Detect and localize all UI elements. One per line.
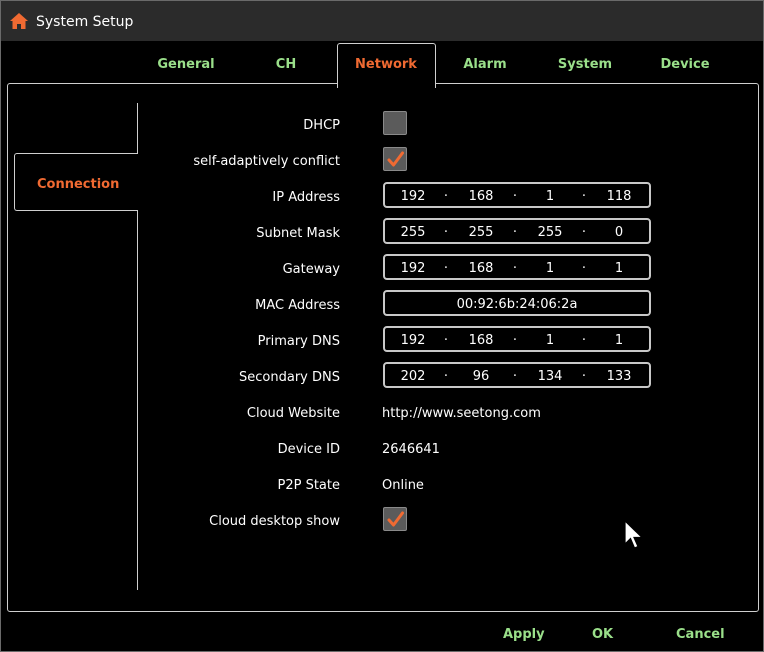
- octet-separator: ·: [512, 225, 518, 240]
- checkmark-icon: [387, 151, 404, 167]
- subnet-mask-field[interactable]: 255 · 255 · 255 · 0: [383, 218, 651, 244]
- ip-octet-2[interactable]: 168: [461, 189, 501, 204]
- tab-general[interactable]: General: [136, 57, 236, 72]
- octet-separator: ·: [443, 369, 449, 384]
- mask-octet-2[interactable]: 255: [461, 225, 501, 240]
- octet-separator: ·: [581, 261, 587, 276]
- octet-separator: ·: [443, 333, 449, 348]
- primary-dns-label: Primary DNS: [257, 334, 340, 349]
- octet-separator: ·: [443, 225, 449, 240]
- gateway-octet-3[interactable]: 1: [530, 261, 570, 276]
- active-tab-gap: [338, 82, 435, 85]
- ok-button[interactable]: OK: [592, 627, 613, 642]
- dns2-octet-3[interactable]: 134: [530, 369, 570, 384]
- tab-system[interactable]: System: [535, 57, 635, 72]
- mask-octet-3[interactable]: 255: [530, 225, 570, 240]
- device-id-value: 2646641: [382, 442, 440, 457]
- gateway-octet-4[interactable]: 1: [599, 261, 639, 276]
- device-id-label: Device ID: [277, 442, 340, 457]
- gateway-octet-1[interactable]: 192: [393, 261, 433, 276]
- cloud-desktop-checkbox[interactable]: [383, 507, 407, 531]
- octet-separator: ·: [581, 369, 587, 384]
- ip-octet-1[interactable]: 192: [393, 189, 433, 204]
- dns1-octet-2[interactable]: 168: [461, 333, 501, 348]
- octet-separator: ·: [581, 333, 587, 348]
- system-setup-window: System Setup General CH Network Alarm Sy…: [0, 0, 764, 652]
- secondary-dns-field[interactable]: 202 · 96 · 134 · 133: [383, 362, 651, 388]
- dhcp-label: DHCP: [303, 118, 340, 133]
- octet-separator: ·: [512, 189, 518, 204]
- gateway-octet-2[interactable]: 168: [461, 261, 501, 276]
- mask-octet-1[interactable]: 255: [393, 225, 433, 240]
- apply-button[interactable]: Apply: [503, 627, 545, 642]
- octet-separator: ·: [512, 261, 518, 276]
- dns2-octet-2[interactable]: 96: [461, 369, 501, 384]
- window-title: System Setup: [36, 14, 134, 30]
- dns2-octet-4[interactable]: 133: [599, 369, 639, 384]
- conflict-checkbox[interactable]: [383, 147, 407, 171]
- title-bar: System Setup: [1, 1, 763, 41]
- mac-address-field[interactable]: 00:92:6b:24:06:2a: [383, 290, 651, 316]
- secondary-dns-label: Secondary DNS: [239, 370, 340, 385]
- sidebar-item-label: Connection: [37, 177, 120, 192]
- octet-separator: ·: [443, 189, 449, 204]
- dns1-octet-3[interactable]: 1: [530, 333, 570, 348]
- primary-dns-field[interactable]: 192 · 168 · 1 · 1: [383, 326, 651, 352]
- conflict-label: self-adaptively conflict: [193, 154, 340, 169]
- octet-separator: ·: [512, 369, 518, 384]
- tab-network[interactable]: Network: [336, 57, 436, 72]
- octet-separator: ·: [512, 333, 518, 348]
- tab-device[interactable]: Device: [635, 57, 735, 72]
- subnet-mask-label: Subnet Mask: [256, 226, 340, 241]
- gateway-label: Gateway: [282, 262, 340, 277]
- cloud-website-label: Cloud Website: [246, 406, 340, 421]
- ip-octet-4[interactable]: 118: [599, 189, 639, 204]
- cloud-website-value: http://www.seetong.com: [382, 406, 541, 421]
- mac-address-value: 00:92:6b:24:06:2a: [456, 297, 578, 312]
- p2p-state-label: P2P State: [277, 478, 341, 493]
- cloud-desktop-label: Cloud desktop show: [209, 514, 340, 529]
- tab-ch[interactable]: CH: [236, 57, 336, 72]
- p2p-state-value: Online: [382, 478, 424, 493]
- octet-separator: ·: [581, 225, 587, 240]
- home-icon: [10, 13, 28, 29]
- ip-address-label: IP Address: [272, 190, 340, 205]
- ip-address-field[interactable]: 192 · 168 · 1 · 118: [383, 182, 651, 208]
- mouse-pointer-icon: [624, 520, 644, 549]
- cancel-button[interactable]: Cancel: [676, 627, 725, 642]
- mac-address-label: MAC Address: [255, 298, 340, 313]
- tab-alarm[interactable]: Alarm: [435, 57, 535, 72]
- octet-separator: ·: [443, 261, 449, 276]
- checkmark-icon: [387, 511, 404, 527]
- octet-separator: ·: [581, 189, 587, 204]
- ip-octet-3[interactable]: 1: [530, 189, 570, 204]
- dhcp-checkbox[interactable]: [383, 111, 407, 135]
- dns2-octet-1[interactable]: 202: [393, 369, 433, 384]
- mask-octet-4[interactable]: 0: [599, 225, 639, 240]
- gateway-field[interactable]: 192 · 168 · 1 · 1: [383, 254, 651, 280]
- dns1-octet-4[interactable]: 1: [599, 333, 639, 348]
- dns1-octet-1[interactable]: 192: [393, 333, 433, 348]
